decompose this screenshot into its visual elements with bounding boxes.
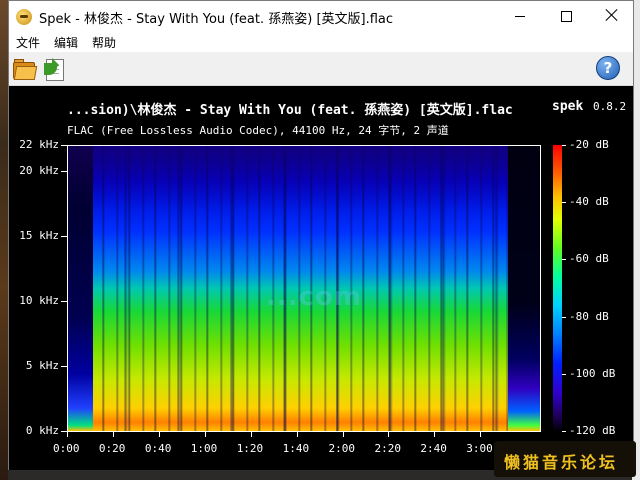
x-tick-mark bbox=[67, 432, 68, 437]
x-tick-mark bbox=[112, 432, 114, 437]
x-tick-label: 3:00 bbox=[466, 442, 493, 455]
x-tick-mark bbox=[204, 432, 206, 437]
spek-version: 0.8.2 bbox=[593, 100, 627, 113]
x-tick-mark bbox=[250, 432, 252, 437]
colorbar-tick-mark bbox=[562, 259, 566, 261]
watermark: ...com bbox=[266, 282, 362, 312]
y-tick-label: 15 kHz bbox=[19, 229, 59, 242]
minimize-button[interactable] bbox=[497, 1, 543, 31]
colorbar-tick-mark bbox=[562, 316, 566, 318]
x-tick-mark bbox=[434, 432, 436, 437]
minimize-icon bbox=[515, 16, 525, 17]
colorbar-tick-label: -80 dB bbox=[569, 309, 609, 323]
db-colorbar bbox=[553, 145, 562, 432]
x-tick-mark bbox=[480, 432, 482, 437]
colorbar-tick-mark bbox=[562, 145, 566, 146]
x-tick-label: 2:00 bbox=[328, 442, 356, 455]
spectrogram-fade-out bbox=[508, 146, 540, 431]
track-title: ...sion)\林俊杰 - Stay With You (feat. 孫燕姿)… bbox=[67, 103, 513, 118]
x-tick-label: 2:40 bbox=[420, 442, 447, 455]
colorbar-tick-label: -120 dB bbox=[569, 424, 616, 437]
colorbar-tick-mark bbox=[562, 373, 566, 375]
close-icon bbox=[605, 8, 619, 22]
colorbar-tick-mark bbox=[562, 202, 566, 204]
desktop-background-left bbox=[0, 0, 8, 480]
x-tick-label: 1:20 bbox=[236, 442, 264, 455]
x-tick-label: 1:40 bbox=[282, 442, 310, 455]
help-icon: ? bbox=[603, 59, 613, 77]
y-tick-mark bbox=[61, 171, 67, 172]
forum-watermark-badge: 懒猫音乐论坛 bbox=[494, 441, 636, 477]
x-tick-mark bbox=[158, 432, 160, 437]
menu-edit[interactable]: 编辑 bbox=[54, 34, 78, 51]
y-tick-mark bbox=[61, 145, 67, 146]
y-tick-mark bbox=[61, 366, 67, 367]
forum-name: 懒猫音乐论坛 bbox=[504, 453, 619, 472]
y-tick-mark bbox=[61, 236, 67, 237]
toolbar: ? bbox=[9, 52, 633, 86]
spectrogram-view: ...sion)\林俊杰 - Stay With You (feat. 孫燕姿)… bbox=[9, 86, 633, 470]
x-tick-label: 0:40 bbox=[144, 442, 172, 455]
help-button[interactable]: ? bbox=[596, 56, 620, 80]
menu-help[interactable]: 帮助 bbox=[92, 34, 116, 51]
x-tick-label: 0:20 bbox=[98, 442, 126, 455]
track-info: FLAC (Free Lossless Audio Codec), 44100 … bbox=[67, 124, 449, 137]
close-button[interactable] bbox=[589, 1, 635, 31]
menu-file[interactable]: 文件 bbox=[16, 34, 40, 51]
colorbar-tick-label: -20 dB bbox=[569, 138, 609, 151]
y-tick-label: 5 kHz bbox=[25, 359, 59, 372]
save-image-button[interactable] bbox=[42, 57, 66, 81]
open-file-button[interactable] bbox=[12, 57, 38, 81]
colorbar-tick-label: -40 dB bbox=[569, 195, 609, 209]
spek-window: Spek - 林俊杰 - Stay With You (feat. 孫燕姿) [… bbox=[8, 0, 634, 470]
menu-bar: 文件 编辑 帮助 bbox=[9, 32, 633, 52]
y-tick-label: 22 kHz bbox=[19, 138, 59, 151]
x-tick-label: 0:00 bbox=[53, 442, 80, 455]
maximize-button[interactable] bbox=[543, 1, 589, 31]
window-title: Spek - 林俊杰 - Stay With You (feat. 孫燕姿) [… bbox=[39, 12, 394, 27]
colorbar-tick-label: -60 dB bbox=[569, 252, 609, 266]
colorbar-tick-mark bbox=[562, 431, 566, 432]
x-tick-label: 2:20 bbox=[374, 442, 401, 455]
x-tick-mark bbox=[296, 432, 298, 437]
colorbar-tick-label: -100 dB bbox=[569, 366, 616, 380]
y-tick-mark bbox=[61, 301, 67, 302]
x-tick-label: 1:00 bbox=[190, 442, 218, 455]
spectrogram-plot: ...com bbox=[67, 145, 541, 432]
x-tick-mark bbox=[388, 432, 390, 437]
y-tick-label: 20 kHz bbox=[19, 164, 59, 177]
spectrogram-high-freq-fade bbox=[68, 146, 540, 209]
x-tick-mark bbox=[342, 432, 344, 437]
folder-open-icon-front bbox=[13, 66, 38, 80]
y-tick-label: 0 kHz bbox=[25, 424, 59, 437]
spek-brand: spek bbox=[552, 99, 584, 114]
maximize-icon bbox=[561, 11, 572, 22]
title-bar[interactable]: Spek - 林俊杰 - Stay With You (feat. 孫燕姿) [… bbox=[9, 1, 633, 32]
y-tick-label: 10 kHz bbox=[19, 294, 59, 307]
spek-app-icon bbox=[16, 9, 32, 25]
